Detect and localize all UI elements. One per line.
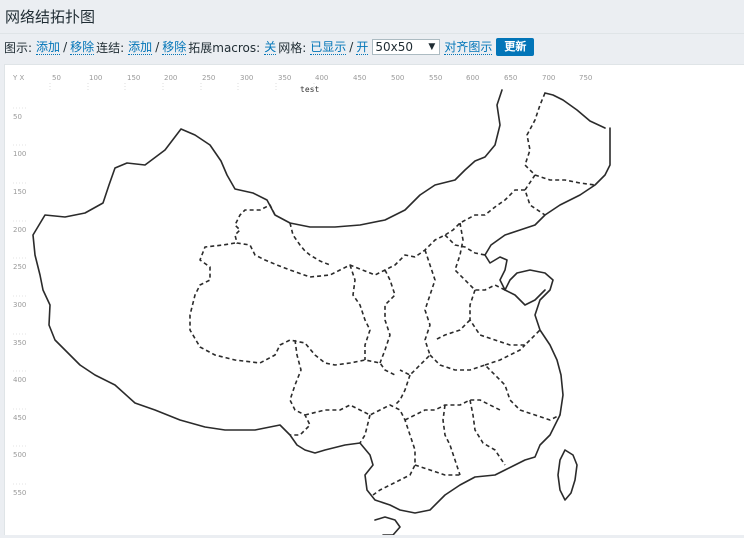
y-tick: 250 xyxy=(13,263,26,271)
axis-corner-label: Y X xyxy=(12,74,25,82)
map-title: test xyxy=(300,85,319,94)
x-tick: 200 xyxy=(164,74,177,82)
remove-icon-link[interactable]: 移除 xyxy=(70,40,95,55)
x-tick: 700 xyxy=(542,74,555,82)
y-tick: 200 xyxy=(13,226,26,234)
title-bar: 网络结拓扑图 xyxy=(0,0,744,34)
x-tick: 150 xyxy=(127,74,140,82)
separator: / xyxy=(63,40,68,54)
x-tick: 650 xyxy=(504,74,517,82)
y-tick: 100 xyxy=(13,150,26,158)
y-axis-ticks: 50 100 150 200 250 300 350 400 450 500 5… xyxy=(13,113,26,497)
province-borders xyxy=(189,92,596,496)
icon-label: 图示: xyxy=(4,40,33,55)
grid-shown-link[interactable]: 已显示 xyxy=(310,40,347,55)
taiwan-outline xyxy=(557,449,578,501)
page-title: 网络结拓扑图 xyxy=(5,8,96,26)
x-tick: 450 xyxy=(353,74,366,82)
x-axis-gridlines xyxy=(49,83,315,91)
separator: / xyxy=(349,40,354,54)
y-tick: 300 xyxy=(13,301,26,309)
grid-size-select[interactable]: 50x50 ▼ xyxy=(372,39,441,55)
y-tick: 50 xyxy=(13,113,22,121)
macros-toggle-link[interactable]: 关 xyxy=(264,40,277,55)
macros-label: 拓展macros: xyxy=(188,40,261,55)
map-canvas[interactable]: Y X 50 100 150 200 250 300 350 400 450 5… xyxy=(4,64,744,535)
link-label: 连结: xyxy=(96,40,125,55)
separator: / xyxy=(155,40,160,54)
y-tick: 150 xyxy=(13,188,26,196)
map-background-image xyxy=(32,89,611,535)
chevron-down-icon: ▼ xyxy=(428,42,436,52)
x-tick: 50 xyxy=(52,74,61,82)
map-toolbar: 图示: 添加 / 移除 连结: 添加 / 移除 拓展macros: 关 网格: … xyxy=(0,36,744,58)
y-tick: 500 xyxy=(13,451,26,459)
y-tick: 550 xyxy=(13,489,26,497)
x-tick: 250 xyxy=(202,74,215,82)
x-tick: 600 xyxy=(466,74,479,82)
grid-on-link[interactable]: 开 xyxy=(356,40,369,55)
y-tick: 400 xyxy=(13,376,26,384)
x-tick: 300 xyxy=(240,74,253,82)
x-tick: 550 xyxy=(429,74,442,82)
map-svg: Y X 50 100 150 200 250 300 350 400 450 5… xyxy=(12,74,611,535)
y-tick: 350 xyxy=(13,339,26,347)
x-tick: 350 xyxy=(278,74,291,82)
x-tick: 750 xyxy=(579,74,592,82)
remove-link-link[interactable]: 移除 xyxy=(162,40,187,55)
hainan-outline xyxy=(374,516,401,535)
align-icons-link[interactable]: 对齐图示 xyxy=(444,40,493,55)
y-tick: 450 xyxy=(13,414,26,422)
x-axis-ticks: 50 100 150 200 250 300 350 400 450 500 5… xyxy=(52,74,592,82)
y-axis-gridlines xyxy=(13,107,27,485)
grid-size-value: 50x50 xyxy=(375,40,413,54)
add-link-link[interactable]: 添加 xyxy=(128,40,153,55)
update-button[interactable]: 更新 xyxy=(496,38,535,56)
x-tick: 400 xyxy=(315,74,328,82)
x-tick: 500 xyxy=(391,74,404,82)
x-tick: 100 xyxy=(89,74,102,82)
add-icon-link[interactable]: 添加 xyxy=(36,40,61,55)
map-outer-border xyxy=(32,89,611,514)
grid-label: 网格: xyxy=(278,40,307,55)
